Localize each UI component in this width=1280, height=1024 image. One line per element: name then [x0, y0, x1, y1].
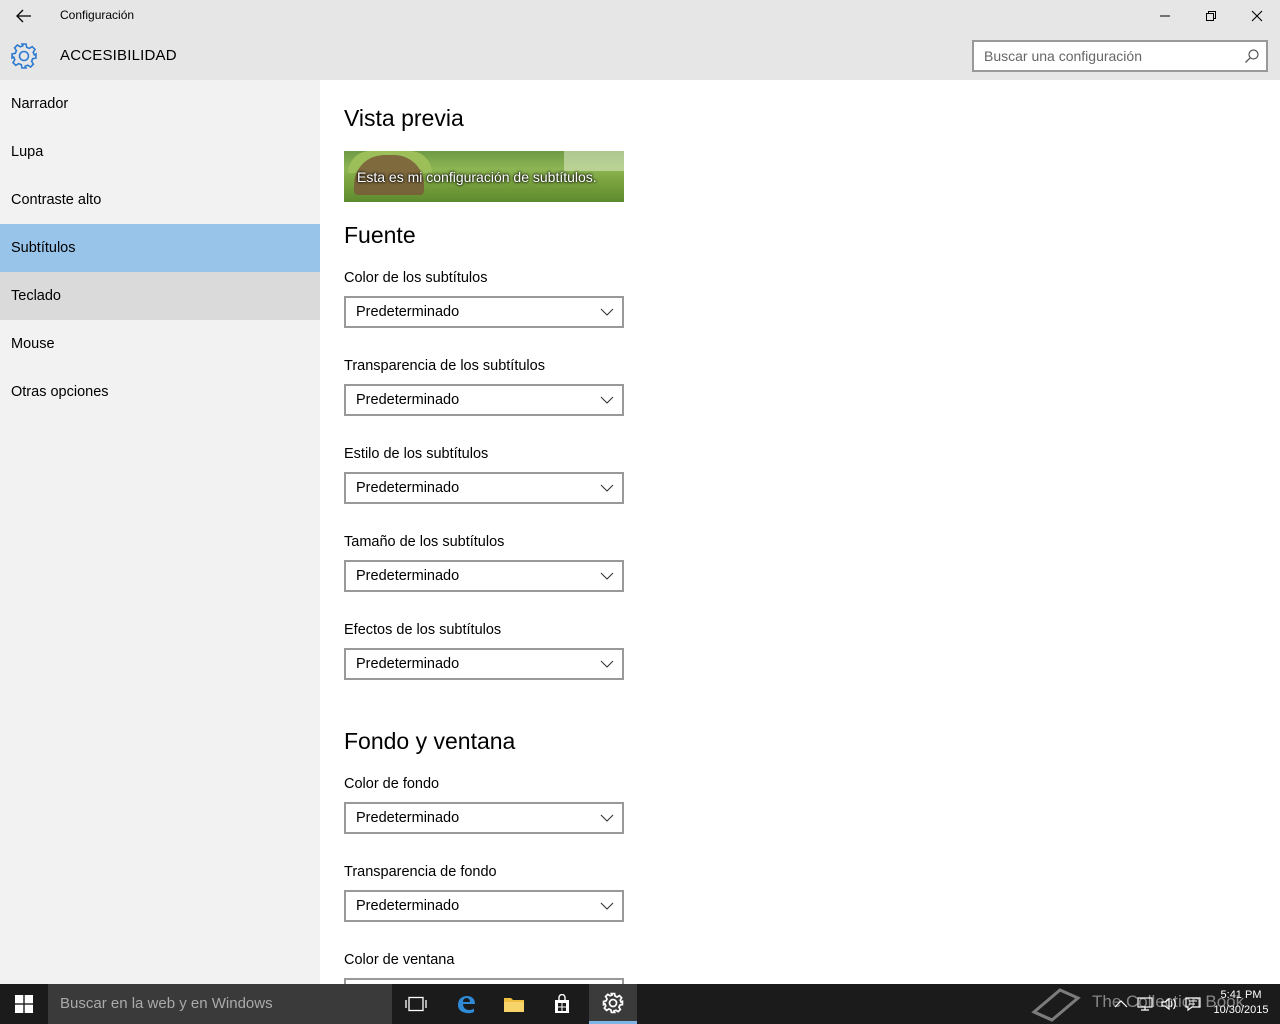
sidebar-item-label: Teclado	[11, 288, 61, 304]
sidebar-item-narrador[interactable]: Narrador	[0, 80, 320, 128]
title-bar: Configuración	[0, 0, 1280, 32]
restore-button[interactable]	[1188, 0, 1234, 32]
sidebar-item-label: Narrador	[11, 96, 69, 112]
minimize-button[interactable]	[1142, 0, 1188, 32]
task-view-icon	[405, 996, 427, 1012]
store-icon	[555, 994, 569, 1013]
network-icon[interactable]	[1136, 996, 1154, 1012]
chevron-down-icon	[600, 814, 614, 822]
caption-size-label: Tamaño de los subtítulos	[344, 534, 505, 550]
background-color-label: Color de fondo	[344, 776, 440, 792]
sidebar-item-label: Contraste alto	[11, 192, 102, 208]
caption-transparency-dropdown[interactable]: Predeterminado	[344, 384, 624, 416]
main-content: Vista previa Esta es mi configuración de…	[320, 80, 1280, 984]
dropdown-value: Predeterminado	[356, 304, 460, 320]
gear-icon	[11, 43, 37, 69]
taskbar-search-text: Buscar en la web y en Windows	[60, 995, 273, 1012]
sidebar-item-label: Mouse	[11, 336, 55, 352]
caption-color-dropdown[interactable]: Predeterminado	[344, 296, 624, 328]
caption-style-dropdown[interactable]: Predeterminado	[344, 472, 624, 504]
background-transparency-label: Transparencia de fondo	[344, 864, 497, 880]
chevron-down-icon	[600, 572, 614, 580]
sidebar-item-label: Subtítulos	[11, 240, 76, 256]
caption-color-label: Color de los subtítulos	[344, 270, 488, 286]
settings-taskbar-button[interactable]	[589, 984, 637, 1024]
sidebar-item-teclado[interactable]: Teclado	[0, 272, 320, 320]
chevron-down-icon	[600, 902, 614, 910]
dropdown-value: Predeterminado	[356, 656, 460, 672]
caption-style-label: Estilo de los subtítulos	[344, 446, 489, 462]
book-icon	[1031, 988, 1081, 1022]
settings-search[interactable]	[972, 40, 1268, 72]
chevron-down-icon	[600, 660, 614, 668]
chevron-down-icon	[600, 396, 614, 404]
window-title: Configuración	[60, 8, 135, 22]
folder-icon	[504, 998, 524, 1012]
caption-preview-image: Esta es mi configuración de subtítulos.	[344, 151, 624, 202]
settings-header: ACCESIBILIDAD	[0, 32, 1280, 80]
minimize-icon	[1160, 15, 1170, 17]
caption-effects-dropdown[interactable]: Predeterminado	[344, 648, 624, 680]
gear-icon	[602, 992, 624, 1013]
dropdown-value: Predeterminado	[356, 810, 460, 826]
font-section-heading: Fuente	[344, 222, 416, 248]
file-explorer-button[interactable]	[490, 984, 538, 1024]
restore-icon	[1206, 11, 1216, 21]
page-title: ACCESIBILIDAD	[60, 47, 177, 64]
close-icon	[1251, 10, 1263, 22]
action-center-icon[interactable]	[1184, 996, 1202, 1012]
taskbar: Buscar en la web y en Windows The Collec…	[0, 984, 1280, 1024]
caption-size-dropdown[interactable]: Predeterminado	[344, 560, 624, 592]
search-icon[interactable]	[1244, 48, 1260, 64]
sidebar-item-subtitulos[interactable]: Subtítulos	[0, 224, 320, 272]
dropdown-value: Predeterminado	[356, 480, 460, 496]
close-button[interactable]	[1234, 0, 1280, 32]
store-button[interactable]	[538, 984, 586, 1024]
task-view-button[interactable]	[392, 984, 440, 1024]
dropdown-value: Predeterminado	[356, 898, 460, 914]
window-color-label: Color de ventana	[344, 952, 455, 968]
edge-button[interactable]	[442, 984, 490, 1024]
preview-sky	[564, 151, 624, 171]
windows-logo-icon	[15, 995, 33, 1013]
clock-date: 10/30/2015	[1213, 1004, 1269, 1016]
chevron-up-icon[interactable]	[1112, 996, 1130, 1012]
dropdown-value: Predeterminado	[356, 568, 460, 584]
background-transparency-dropdown[interactable]: Predeterminado	[344, 890, 624, 922]
dropdown-value: Predeterminado	[356, 392, 460, 408]
system-clock[interactable]: 5:41 PM 10/30/2015	[1206, 988, 1276, 1018]
edge-icon	[458, 996, 475, 1014]
preview-caption: Esta es mi configuración de subtítulos.	[357, 169, 597, 185]
background-section-heading: Fondo y ventana	[344, 728, 516, 754]
back-button[interactable]	[8, 4, 40, 28]
sidebar-item-otras-opciones[interactable]: Otras opciones	[0, 368, 320, 416]
sidebar-item-label: Otras opciones	[11, 384, 109, 400]
sidebar-item-contraste-alto[interactable]: Contraste alto	[0, 176, 320, 224]
chevron-down-icon	[600, 484, 614, 492]
volume-icon[interactable]	[1160, 996, 1178, 1012]
sidebar: Narrador Lupa Contraste alto Subtítulos …	[0, 80, 320, 984]
preview-heading: Vista previa	[344, 105, 464, 131]
clock-time: 5:41 PM	[1220, 989, 1262, 1001]
start-button[interactable]	[0, 984, 48, 1024]
search-input[interactable]	[974, 42, 1234, 70]
caption-effects-label: Efectos de los subtítulos	[344, 622, 502, 638]
sidebar-item-label: Lupa	[11, 144, 44, 160]
caption-transparency-label: Transparencia de los subtítulos	[344, 358, 545, 374]
sidebar-item-lupa[interactable]: Lupa	[0, 128, 320, 176]
back-arrow-icon	[16, 9, 31, 23]
taskbar-search-box[interactable]: Buscar en la web y en Windows	[48, 984, 392, 1024]
background-color-dropdown[interactable]: Predeterminado	[344, 802, 624, 834]
chevron-down-icon	[600, 308, 614, 316]
sidebar-item-mouse[interactable]: Mouse	[0, 320, 320, 368]
